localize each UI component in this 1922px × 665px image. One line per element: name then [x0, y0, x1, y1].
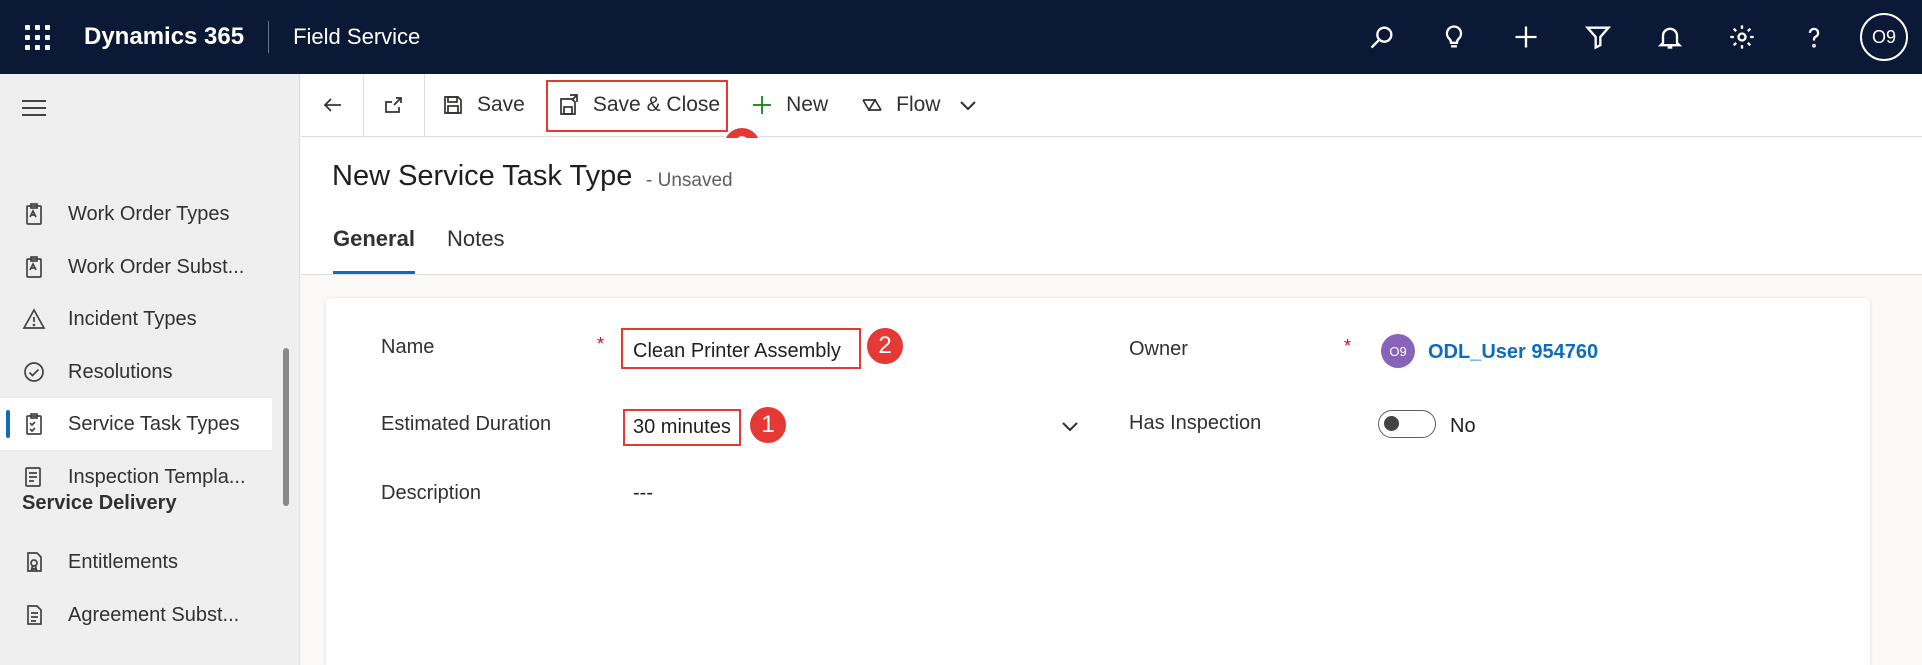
duration-dropdown-button[interactable] [1058, 414, 1082, 443]
sidebar-item-incident-types[interactable]: Incident Types [0, 293, 272, 345]
sidebar-item-label: Work Order Subst... [68, 255, 245, 278]
save-label: Save [477, 93, 525, 116]
sidebar-item-label: Inspection Templa... [68, 465, 246, 488]
name-highlight [621, 328, 861, 369]
chevron-down-icon [1062, 422, 1078, 432]
command-bar: Save Save & Close New Flow [301, 73, 1922, 137]
plus-icon [1515, 26, 1537, 48]
duration-highlight [623, 409, 741, 446]
estimated-duration-label: Estimated Duration [381, 413, 552, 435]
sidebar-item-label: Incident Types [68, 307, 197, 330]
save-status: - Unsaved [646, 170, 733, 191]
sitemap-sidebar: Work Order Types Work Order Subst... Inc… [0, 74, 300, 665]
gear-icon [1730, 25, 1754, 49]
description-input[interactable]: --- [633, 482, 653, 505]
checklist-icon [25, 467, 41, 487]
hamburger-icon[interactable] [22, 100, 46, 121]
task-list-icon [26, 413, 42, 435]
open-in-new-window-button[interactable] [364, 74, 424, 137]
flow-icon [862, 99, 882, 111]
lightbulb-icon [1445, 25, 1463, 48]
save-button[interactable]: Save [425, 74, 541, 137]
chevron-down-icon [960, 101, 977, 111]
callout-badge-2: 2 [865, 326, 905, 366]
sidebar-scrollbar[interactable] [283, 348, 289, 506]
has-inspection-label: Has Inspection [1129, 412, 1262, 434]
has-inspection-toggle[interactable] [1378, 410, 1436, 438]
brand-name[interactable]: Dynamics 365 [74, 23, 268, 51]
help-icon [1808, 27, 1820, 48]
flow-dropdown-button[interactable] [946, 74, 990, 137]
user-avatar-button[interactable]: O9 [1860, 13, 1908, 61]
search-icon [1370, 26, 1393, 49]
sidebar-item-label: Agreement Subst... [68, 603, 240, 626]
help-button[interactable] [1778, 0, 1850, 74]
clipboard-icon [26, 203, 42, 225]
top-navigation-bar: Dynamics 365 Field Service O9 [0, 0, 1922, 74]
pop-out-icon [385, 97, 402, 113]
name-required-marker: * [597, 334, 605, 354]
quick-create-button[interactable] [1490, 0, 1562, 74]
notifications-button[interactable] [1634, 0, 1706, 74]
filter-button[interactable] [1562, 0, 1634, 74]
sidebar-item-label: Resolutions [68, 360, 173, 383]
filter-icon [1584, 26, 1612, 50]
clipboard-icon [26, 256, 42, 278]
owner-lookup-link[interactable]: ODL_User 954760 [1428, 341, 1598, 364]
sidebar-item-service-task-types[interactable]: Service Task Types [0, 398, 272, 450]
owner-label: Owner [1129, 338, 1188, 360]
warning-icon [22, 308, 46, 329]
sidebar-item-agreement-substatuses[interactable]: Agreement Subst... [0, 589, 272, 641]
sidebar-group-service-delivery: Service Delivery [22, 492, 177, 514]
sidebar-item-resolutions[interactable]: Resolutions [0, 346, 272, 398]
waffle-icon [24, 24, 50, 50]
owner-avatar: O9 [1381, 334, 1415, 368]
tab-notes[interactable]: Notes [447, 226, 504, 274]
new-label: New [786, 93, 829, 116]
check-circle-icon [24, 362, 44, 382]
bell-icon [1657, 27, 1683, 49]
has-inspection-value: No [1450, 415, 1476, 437]
app-name[interactable]: Field Service [269, 24, 420, 50]
back-button[interactable] [301, 74, 363, 137]
flow-label: Flow [896, 93, 941, 116]
page-title: New Service Task Type [332, 160, 633, 192]
sidebar-item-work-order-types[interactable]: Work Order Types [0, 188, 272, 240]
plus-icon [753, 96, 772, 114]
tab-general[interactable]: General [333, 226, 415, 274]
ideas-button[interactable] [1418, 0, 1490, 74]
save-close-highlight [546, 80, 728, 132]
sidebar-item-entitlements[interactable]: Entitlements [0, 536, 272, 588]
description-label: Description [381, 482, 482, 504]
sidebar-item-label: Entitlements [68, 550, 179, 573]
entitlement-icon [27, 552, 42, 572]
owner-required-marker: * [1344, 336, 1352, 356]
sidebar-item-label: Service Task Types [68, 412, 240, 435]
sidebar-item-work-order-substatuses[interactable]: Work Order Subst... [0, 241, 272, 293]
save-icon [444, 96, 462, 114]
settings-button[interactable] [1706, 0, 1778, 74]
general-form-section: Name * Clean Printer Assembly Estimated … [326, 298, 1870, 665]
name-label: Name [381, 336, 435, 358]
back-arrow-icon [323, 98, 341, 112]
sidebar-item-label: Work Order Types [68, 202, 230, 225]
form-header: New Service Task Type - Unsaved General … [301, 138, 1922, 275]
document-icon [27, 605, 42, 625]
app-launcher-button[interactable] [0, 0, 74, 74]
flow-button[interactable]: Flow [844, 74, 946, 137]
search-button[interactable] [1346, 0, 1418, 74]
topbar-actions: O9 [1346, 0, 1922, 74]
callout-badge-1: 1 [748, 405, 788, 445]
